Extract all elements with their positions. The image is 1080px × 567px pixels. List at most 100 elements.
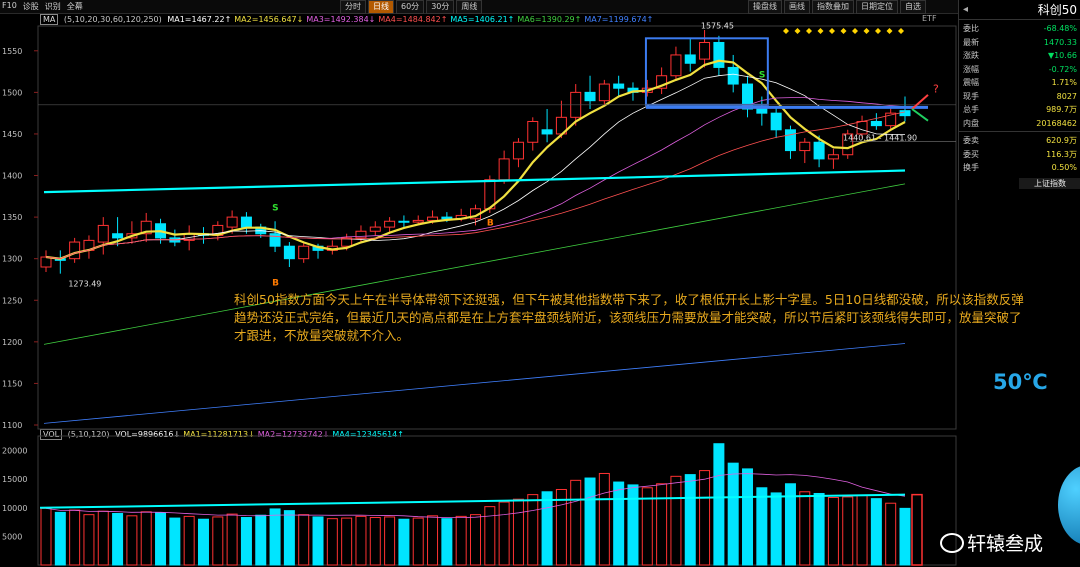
candle-body — [756, 108, 768, 114]
candle-body — [770, 112, 782, 131]
volume-bar — [455, 515, 467, 566]
quote-row: 现手 8027 — [963, 90, 1077, 103]
volume-bar — [255, 514, 267, 566]
candle-body — [827, 154, 839, 160]
quote-label: 委比 — [963, 24, 979, 33]
quote-label: 涨跌 — [963, 51, 979, 60]
price-tick-label: 1100 — [2, 421, 22, 430]
volume-bar — [298, 514, 310, 566]
quote-row: 震幅 1.71% — [963, 76, 1077, 89]
volume-bar — [856, 494, 868, 566]
volume-tick-label: 5000 — [2, 532, 22, 541]
quote-label: 换手 — [963, 163, 979, 172]
signal-diamond — [875, 28, 881, 34]
candle-body — [541, 129, 553, 135]
panel-toggle-icon[interactable]: ◂ — [963, 4, 968, 15]
price-tick-label: 1300 — [2, 255, 22, 264]
quote-label: 内盘 — [963, 118, 979, 128]
volume-bar — [384, 516, 396, 566]
volume-bar — [283, 510, 295, 566]
candle-body — [799, 141, 811, 152]
quote-label: 震幅 — [963, 78, 979, 87]
volume-bar — [369, 517, 381, 566]
ma250-line — [43, 343, 906, 424]
volume-bar — [684, 474, 696, 566]
price-tick-label: 1400 — [2, 172, 22, 181]
quote-row: 总手 989.7万 — [963, 103, 1077, 116]
kline-chart[interactable]: 1550 1500 1450 1400 1350 1300 1250 1200 1150 1100… — [0, 0, 958, 567]
candle-body — [670, 54, 682, 77]
candle-body — [240, 216, 252, 228]
volume-bar — [512, 498, 524, 566]
candle-body — [112, 233, 124, 239]
index-name: 科创50 — [1037, 3, 1077, 17]
volume-bar — [742, 468, 754, 566]
volume-bar — [312, 516, 324, 566]
quote-value: 0.50% — [1051, 163, 1077, 172]
volume-bar — [69, 509, 81, 566]
price-tick-label: 1250 — [2, 296, 22, 305]
signal-diamond — [817, 28, 824, 34]
quote-value: ▼10.66 — [1047, 51, 1077, 60]
ma5-line — [45, 59, 906, 260]
price-tick-label: 1550 — [2, 47, 22, 56]
volume-bar — [770, 492, 782, 566]
signal-diamond — [794, 28, 801, 34]
candle-body — [384, 220, 396, 228]
candle-body — [512, 141, 524, 160]
down-arrow — [911, 108, 929, 122]
signal-diamond — [852, 28, 858, 34]
signal-diamond — [898, 28, 904, 34]
quote-row: 委买 116.3万 — [963, 148, 1077, 161]
volume-bar — [656, 483, 668, 566]
candle-body — [784, 129, 796, 152]
quote-value: 1.71% — [1051, 78, 1077, 87]
volume-bar — [54, 511, 66, 566]
watermark: 轩辕叁成 — [940, 529, 1043, 556]
sell-mark: S — [272, 203, 278, 213]
ma60-line — [43, 169, 906, 194]
candle-body — [613, 83, 625, 89]
candle-body — [727, 66, 739, 85]
volume-bar — [799, 491, 811, 566]
volume-bar — [140, 511, 152, 566]
analysis-note: 科创50指数方面今天上午在半导体带领下还挺强，但下午被其他指数带下来了，收了根低… — [234, 292, 1024, 343]
candle-body — [398, 220, 410, 223]
candle-body — [427, 216, 439, 221]
candle-body — [699, 41, 711, 60]
signal-diamond — [783, 28, 789, 34]
quote-label: 最新 — [963, 37, 979, 47]
sse-index-button[interactable]: 上证指数 — [1019, 178, 1080, 189]
candle-body — [899, 110, 911, 117]
price-tick-label: 1350 — [2, 213, 22, 222]
question-mark: ? — [933, 82, 939, 95]
quote-value: 620.9万 — [1046, 136, 1077, 145]
quote-value: 20168462 — [1036, 118, 1077, 128]
candle-body — [283, 245, 295, 260]
signal-diamond — [886, 28, 893, 34]
quote-value: 116.3万 — [1046, 149, 1077, 159]
volume-bar — [240, 517, 252, 566]
volume-bar — [842, 496, 854, 566]
market-temperature: 50℃ — [993, 370, 1048, 394]
decorative-ball — [1058, 465, 1080, 545]
volume-bar — [269, 508, 281, 566]
volume-bar — [899, 507, 911, 566]
quote-label: 现手 — [963, 91, 979, 101]
volume-tick-label: 20000 — [2, 447, 27, 456]
volume-bar — [40, 507, 52, 566]
volume-bar — [197, 518, 209, 566]
candle-body — [269, 233, 281, 247]
volume-bar — [584, 477, 596, 566]
quote-value: 8027 — [1056, 91, 1077, 101]
buy-mark: B — [487, 218, 494, 228]
signal-diamond — [840, 28, 847, 34]
candle-body — [870, 120, 882, 127]
volume-tick-label: 10000 — [2, 504, 27, 513]
signal-diamond — [806, 28, 812, 34]
volume-bar — [699, 470, 711, 566]
volume-bar — [598, 472, 610, 566]
quote-row: 涨跌 ▼10.66 — [963, 49, 1077, 62]
volume-bar — [885, 502, 897, 566]
candle-body — [713, 41, 725, 68]
